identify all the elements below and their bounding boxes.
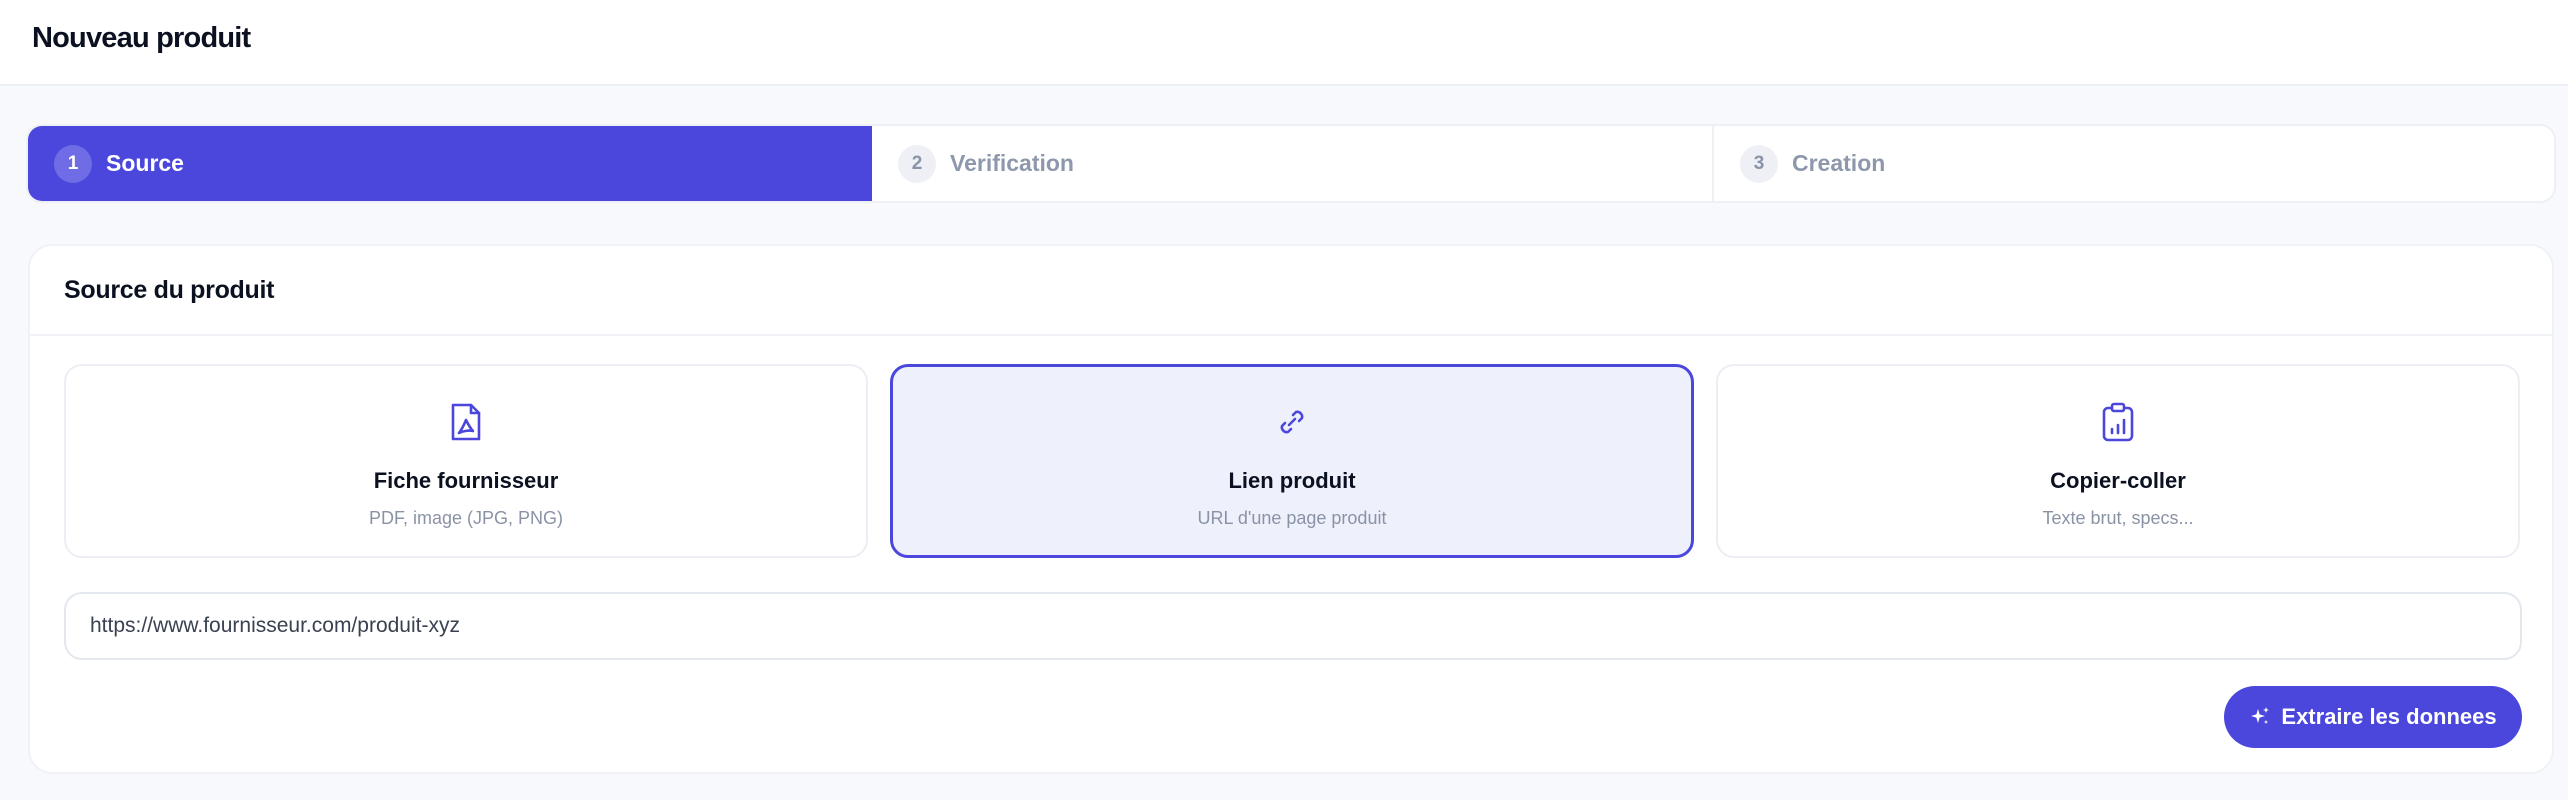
card-title: Source du produit xyxy=(64,275,275,304)
step-creation[interactable]: 3 Creation xyxy=(1714,126,2554,201)
option-product-link[interactable]: Lien produit URL d'une page produit xyxy=(890,364,1694,558)
step-number: 1 xyxy=(54,144,92,183)
option-title: Lien produit xyxy=(1228,468,1356,493)
option-supplier-sheet[interactable]: Fiche fournisseur PDF, image (JPG, PNG) xyxy=(64,364,868,558)
clipboard-icon xyxy=(2098,400,2138,444)
extract-data-button[interactable]: Extraire les donnees xyxy=(2224,686,2522,748)
product-url-input[interactable] xyxy=(64,592,2522,660)
file-pdf-icon xyxy=(446,400,486,444)
page-title: Nouveau produit xyxy=(32,22,251,54)
option-title: Fiche fournisseur xyxy=(373,468,559,493)
option-title: Copier-coller xyxy=(2050,468,2186,493)
source-options: Fiche fournisseur PDF, image (JPG, PNG) … xyxy=(64,364,2522,558)
stepper: 1 Source 2 Verification 3 Creation xyxy=(26,124,2556,203)
source-card: Source du produit Fiche fournisseur PDF,… xyxy=(28,244,2554,774)
top-bar: Nouveau produit xyxy=(0,0,2568,86)
step-number: 3 xyxy=(1740,144,1778,183)
step-number: 2 xyxy=(898,144,936,183)
extract-button-label: Extraire les donnees xyxy=(2281,704,2497,729)
step-label: Creation xyxy=(1792,150,1886,176)
step-verification[interactable]: 2 Verification xyxy=(872,126,1714,201)
card-header: Source du produit xyxy=(30,246,2552,336)
option-copy-paste[interactable]: Copier-coller Texte brut, specs... xyxy=(1716,364,2520,558)
sparkles-icon xyxy=(2249,706,2271,728)
link-icon xyxy=(1272,400,1312,444)
option-subtitle: PDF, image (JPG, PNG) xyxy=(368,508,564,528)
option-subtitle: URL d'une page produit xyxy=(1197,508,1387,528)
step-source[interactable]: 1 Source xyxy=(28,126,872,201)
step-label: Source xyxy=(106,150,184,176)
step-label: Verification xyxy=(950,150,1074,176)
option-subtitle: Texte brut, specs... xyxy=(2042,508,2194,528)
